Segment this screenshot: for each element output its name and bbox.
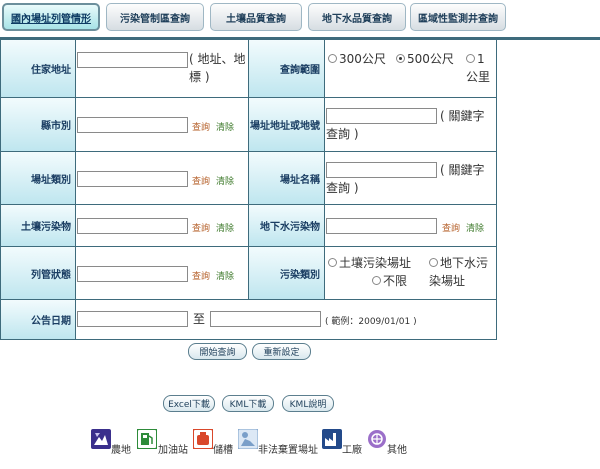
county-query-link[interactable]: 查詢: [192, 120, 210, 133]
tab-label: 國內場址列管情形: [11, 13, 91, 25]
tab-regional-monitoring-wells[interactable]: 區域性監測井查詢: [410, 3, 506, 31]
date-format-example: ( 範例：2009/01/01 ): [325, 317, 417, 327]
tab-pollution-control-zone[interactable]: 污染管制區查詢: [106, 3, 204, 31]
legend-label: 農地: [111, 445, 131, 456]
groundwater-pollutant-label: 地下水污染物: [248, 205, 325, 246]
pollution-type-groundwater[interactable]: 地下水污染場址: [429, 254, 496, 290]
tab-bar: 國內場址列管情形 污染管制區查詢 土壤品質查詢 地下水品質查詢 區域性監測井查詢: [2, 3, 598, 33]
groundwater-pollutant-clear-link[interactable]: 清除: [466, 221, 484, 234]
legend-factory: 工廠: [322, 429, 366, 457]
radio-icon: [328, 258, 337, 267]
tab-label: 區域性監測井查詢: [418, 13, 498, 25]
legend-label: 工廠: [342, 445, 362, 456]
reset-button[interactable]: 重新設定: [252, 343, 311, 360]
farmland-icon: [91, 429, 111, 449]
home-address-label: 住家地址: [1, 40, 76, 97]
legend-label: 非法棄置場址: [258, 445, 318, 456]
county-clear-link[interactable]: 清除: [216, 120, 234, 133]
excel-download-button[interactable]: Excel下載: [163, 395, 215, 412]
form-row: 縣市別 查詢 清除 場址地址或地號 ( 關鍵字查詢 ): [1, 98, 496, 152]
site-category-clear-link[interactable]: 清除: [216, 174, 234, 187]
legend-other: 其他: [367, 429, 411, 457]
factory-icon: [322, 429, 342, 449]
form-row: 列管狀態 查詢 清除 污染類別 土壤污染場址 地下水污染場址 不限: [1, 247, 496, 300]
site-category-query-link[interactable]: 查詢: [192, 174, 210, 187]
tab-label: 土壤品質查詢: [226, 13, 286, 25]
tab-domestic-sites[interactable]: 國內場址列管情形: [2, 3, 100, 31]
radio-icon: [466, 54, 475, 63]
storage-tank-icon: [193, 429, 213, 449]
pollution-type-label: 污染類別: [248, 247, 325, 299]
range-option-300[interactable]: 300公尺: [328, 50, 386, 68]
radio-icon: [372, 276, 381, 285]
pollution-type-soil[interactable]: 土壤污染場址: [328, 254, 411, 272]
radio-icon: [328, 54, 337, 63]
county-input[interactable]: [77, 117, 188, 133]
kml-download-button[interactable]: KML下載: [222, 395, 274, 412]
county-label: 縣市別: [1, 98, 76, 151]
search-range-label: 查詢範圍: [248, 40, 325, 97]
tab-label: 地下水品質查詢: [322, 13, 392, 25]
legend-label: 其他: [387, 445, 407, 456]
legend-storage-tank: 儲槽: [193, 429, 237, 457]
radio-selected-icon: [396, 54, 405, 63]
announce-date-label: 公告日期: [1, 300, 76, 339]
soil-pollutant-label: 土壤污染物: [1, 205, 76, 246]
legend-label: 加油站: [158, 445, 188, 456]
control-status-label: 列管狀態: [1, 247, 76, 299]
legend-illegal-dumping: 非法棄置場址: [238, 429, 320, 457]
control-status-input[interactable]: [77, 266, 188, 282]
form-row: 住家地址 ( 地址、地標 ) 查詢範圍 300公尺 500公尺 1公里: [1, 40, 496, 98]
tab-label: 污染管制區查詢: [120, 13, 190, 25]
soil-pollutant-clear-link[interactable]: 清除: [216, 221, 234, 234]
range-option-1km[interactable]: 1公里: [466, 50, 496, 86]
site-address-hint: ( 關鍵字查詢 ): [326, 109, 485, 141]
form-row: 公告日期 至 ( 範例：2009/01/01 ): [1, 300, 496, 339]
range-option-500[interactable]: 500公尺: [396, 50, 454, 68]
announce-date-to-input[interactable]: [210, 311, 321, 327]
groundwater-pollutant-input[interactable]: [326, 218, 437, 234]
announce-date-to-label: 至: [193, 312, 206, 326]
tab-groundwater-quality[interactable]: 地下水品質查詢: [308, 3, 406, 31]
site-name-hint: ( 關鍵字查詢 ): [326, 163, 485, 195]
pollution-type-any[interactable]: 不限: [372, 272, 407, 290]
kml-help-button[interactable]: KML說明: [282, 395, 334, 412]
illegal-dumping-icon: [238, 429, 258, 449]
site-category-label: 場址類別: [1, 152, 76, 204]
search-form: 住家地址 ( 地址、地標 ) 查詢範圍 300公尺 500公尺 1公里 縣市別 …: [0, 40, 497, 340]
legend-gas-station: 加油站: [137, 429, 189, 457]
site-category-input[interactable]: [77, 171, 188, 187]
site-name-label: 場址名稱: [248, 152, 325, 204]
groundwater-pollutant-query-link[interactable]: 查詢: [442, 221, 460, 234]
soil-pollutant-query-link[interactable]: 查詢: [192, 221, 210, 234]
radio-icon: [429, 258, 438, 267]
other-icon: [368, 430, 386, 448]
legend-farmland: 農地: [91, 429, 135, 457]
start-query-button[interactable]: 開始查詢: [188, 343, 247, 360]
legend-label: 儲槽: [213, 445, 233, 456]
home-address-input[interactable]: [77, 52, 188, 68]
control-status-clear-link[interactable]: 清除: [216, 269, 234, 282]
home-address-hint: ( 地址、地標 ): [189, 52, 246, 84]
tab-soil-quality[interactable]: 土壤品質查詢: [210, 3, 302, 31]
soil-pollutant-input[interactable]: [77, 218, 188, 234]
form-row: 場址類別 查詢 清除 場址名稱 ( 關鍵字查詢 ): [1, 152, 496, 205]
control-status-query-link[interactable]: 查詢: [192, 269, 210, 282]
site-address-label: 場址地址或地號: [248, 98, 325, 151]
announce-date-from-input[interactable]: [77, 311, 188, 327]
form-row: 土壤污染物 查詢 清除 地下水污染物 查詢 清除: [1, 205, 496, 247]
gas-station-icon: [137, 429, 157, 449]
